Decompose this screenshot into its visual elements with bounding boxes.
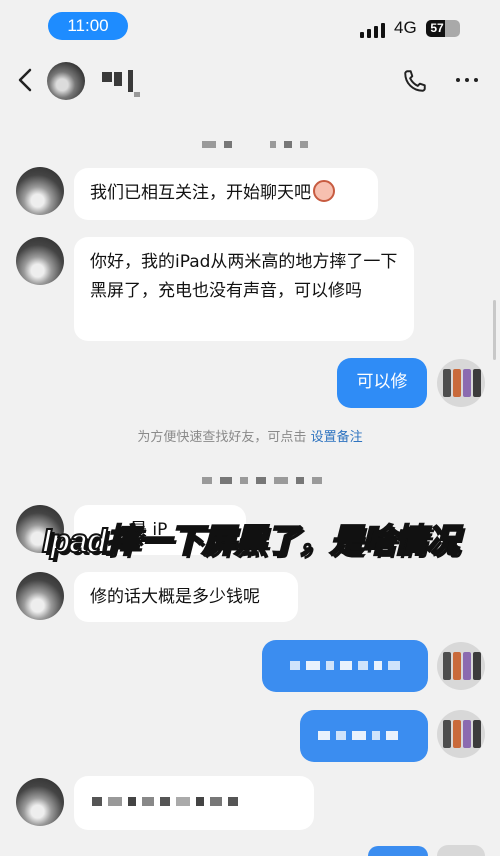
chevron-left-icon[interactable]	[14, 64, 38, 96]
contact-name-redacted[interactable]	[100, 68, 142, 98]
message-bubble-outgoing: 可以修	[337, 358, 427, 408]
message-bubble: 你好，我的iPad从两米高的地方摔了一下黑屏了，充电也没有声音，可以修吗	[74, 237, 414, 341]
contact-avatar[interactable]	[16, 778, 64, 826]
peach-emoji-icon	[313, 180, 335, 202]
my-avatar[interactable]	[437, 710, 485, 758]
network-type: 4G	[394, 18, 417, 37]
redacted-text	[290, 661, 400, 670]
more-icon[interactable]	[456, 78, 478, 82]
contact-avatar[interactable]	[16, 167, 64, 215]
message-text: 我们已相互关注，开始聊天吧	[90, 183, 311, 203]
video-caption: Ipad摔一下屏黑了，是啥情况	[41, 521, 460, 560]
system-note: 为方便快速查找好友，可点击 设置备注	[137, 430, 363, 445]
timestamp-redacted	[202, 474, 322, 486]
time-pill: 11:00	[48, 12, 128, 40]
timestamp-redacted	[202, 138, 308, 150]
my-avatar[interactable]	[437, 642, 485, 690]
set-remark-link[interactable]: 设置备注	[311, 430, 363, 445]
status-bar: 11:00 4G 57	[0, 0, 500, 50]
message-bubble-outgoing-redacted	[368, 846, 428, 856]
contact-avatar[interactable]	[47, 62, 85, 100]
message-bubble: 我们已相互关注，开始聊天吧	[74, 168, 378, 220]
message-text: 你好，我的iPad从两米高的地方摔了一下黑屏了，充电也没有声音，可以修吗	[90, 252, 398, 301]
battery-level: 57	[430, 21, 444, 35]
message-text: 修的话大概是多少钱呢	[90, 587, 260, 607]
scrollbar[interactable]	[493, 300, 496, 360]
message-bubble: 修的话大概是多少钱呢	[74, 572, 298, 622]
message-text: 可以修	[356, 372, 408, 392]
redacted-text	[318, 731, 398, 740]
chat-header	[0, 50, 500, 110]
my-avatar[interactable]	[437, 359, 485, 407]
battery-icon: 57	[426, 20, 460, 37]
contact-avatar[interactable]	[16, 572, 64, 620]
phone-icon[interactable]	[402, 68, 428, 94]
signal-icon	[360, 20, 385, 38]
my-avatar[interactable]	[437, 845, 485, 856]
contact-avatar[interactable]	[16, 237, 64, 285]
redacted-text	[92, 797, 238, 806]
